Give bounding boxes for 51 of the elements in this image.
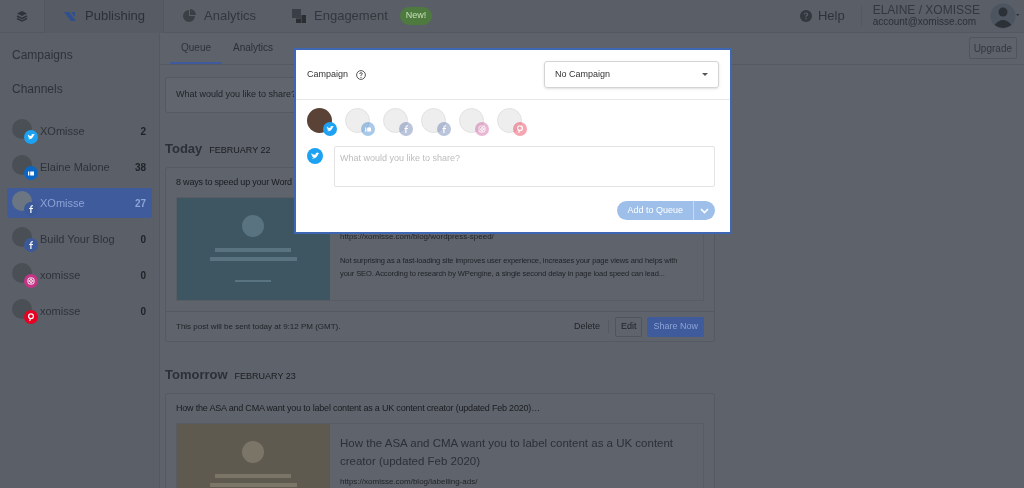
channel-count: 27: [134, 196, 146, 211]
channel-count: 0: [140, 268, 146, 283]
avatar: [421, 108, 446, 133]
facebook-badge-icon: [437, 122, 451, 136]
avatar: [383, 108, 408, 133]
post-textarea[interactable]: What would you like to share?: [334, 146, 715, 187]
avatar: [497, 108, 522, 133]
preview-url: https://xomisse.com/blog/wordpress-speed/: [340, 231, 495, 243]
profile-toggle[interactable]: [383, 108, 411, 136]
twitter-badge-icon: [307, 148, 323, 164]
edit-button[interactable]: Edit: [614, 316, 643, 337]
dropdown-chevron-icon[interactable]: [693, 201, 715, 220]
twitter-badge-icon: [323, 122, 337, 136]
profile-menu-button[interactable]: [990, 2, 1020, 30]
linkedin-badge-icon: [361, 122, 375, 136]
avatar: [345, 108, 370, 133]
pinterest-badge-icon: [513, 122, 527, 136]
profile-toggle[interactable]: [345, 108, 373, 136]
linkedin-badge-icon: [24, 166, 38, 180]
delete-button[interactable]: Delete: [565, 319, 609, 334]
blocks-icon: [292, 9, 307, 23]
channel-count: 2: [140, 124, 146, 139]
channel-item[interactable]: XOmisse 27: [7, 188, 152, 218]
profile-toggle[interactable]: [497, 108, 525, 136]
post-text: How the ASA and CMA want you to label content as a UK content creator (updated Feb 2020)…: [176, 401, 540, 415]
profile-toggle[interactable]: [421, 108, 449, 136]
channel-name: XOmisse: [40, 195, 86, 211]
channel-count: 0: [140, 232, 146, 247]
new-badge: New!: [399, 7, 433, 25]
profile-toggle[interactable]: [307, 108, 335, 136]
campaign-label: Campaign: [307, 67, 349, 81]
day-date: FEBRUARY 23: [234, 370, 296, 383]
avatar: [459, 108, 484, 133]
facebook-badge-icon: [399, 122, 413, 136]
help-icon: [799, 10, 812, 22]
instagram-badge-icon: [24, 274, 38, 288]
pinterest-badge-icon: [24, 310, 38, 324]
instagram-badge-icon: [475, 122, 489, 136]
twitter-badge-icon: [24, 130, 38, 144]
facebook-badge-icon: [24, 238, 38, 252]
preview-url: https://xomisse.com/blog/labelling-ads/: [340, 476, 479, 488]
channel-count: 38: [134, 160, 146, 175]
publishing-icon: [63, 9, 77, 23]
channel-count: 0: [140, 304, 146, 319]
post-text: 8 ways to speed up your Word: [176, 175, 292, 189]
campaign-select[interactable]: No Campaign: [544, 61, 719, 88]
day-date: FEBRUARY 22: [209, 144, 271, 157]
share-now-button[interactable]: Share Now: [647, 316, 704, 337]
pie-chart-icon: [182, 9, 196, 23]
help-icon[interactable]: [356, 69, 367, 80]
profile-toggle[interactable]: [459, 108, 487, 136]
